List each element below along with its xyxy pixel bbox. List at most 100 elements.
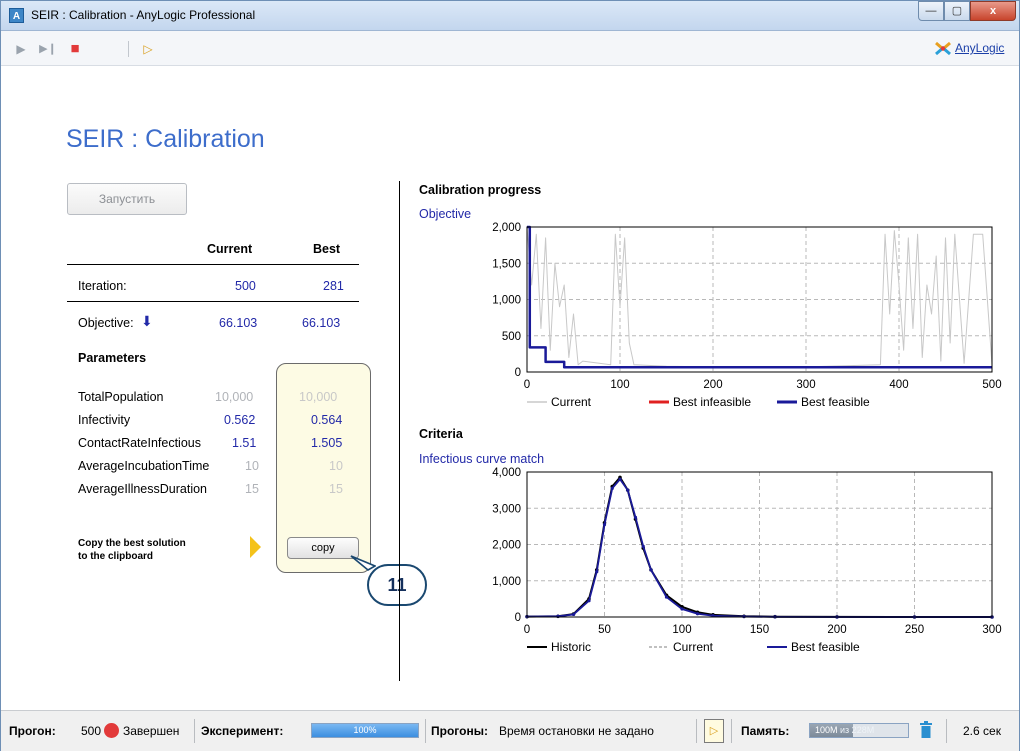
param-current-value: 1.51 xyxy=(232,436,257,450)
play-icon[interactable]: ▶ xyxy=(12,40,30,58)
x-tick-label: 200 xyxy=(827,624,846,636)
status-separator xyxy=(946,719,947,743)
run-state: Завершен xyxy=(123,724,180,738)
legend-label: Current xyxy=(551,395,592,409)
y-tick-label: 2,000 xyxy=(492,222,521,234)
x-tick-label: 300 xyxy=(796,379,815,391)
callout-badge: 11 xyxy=(367,564,427,606)
anylogic-app-icon: A xyxy=(9,8,24,23)
data-point xyxy=(641,544,645,548)
memory-bar: 100M из 228M xyxy=(809,723,909,738)
experiment-label: Эксперимент: xyxy=(201,724,284,738)
title-bar: A SEIR : Calibration - AnyLogic Professi… xyxy=(1,1,1019,31)
data-point xyxy=(602,522,607,527)
runs-value: 500 xyxy=(81,724,102,738)
table-rule-middle xyxy=(67,301,359,302)
minimize-button[interactable]: — xyxy=(918,1,944,21)
run-button[interactable]: Запустить xyxy=(67,183,187,215)
toolbar-separator xyxy=(128,41,129,57)
memory-total: из 228M xyxy=(840,725,875,735)
data-point xyxy=(680,607,684,611)
x-tick-label: 300 xyxy=(982,624,1001,636)
page-title: SEIR : Calibration xyxy=(66,125,265,153)
param-current-value: 15 xyxy=(245,482,259,496)
param-current-value: 0.562 xyxy=(224,413,256,427)
criteria-chart-heading: Criteria xyxy=(419,427,463,441)
status-separator xyxy=(194,719,195,743)
objective-best-value: 66.103 xyxy=(302,316,341,330)
objective-current-value: 66.103 xyxy=(219,316,258,330)
experiment-status-icon[interactable]: ▷ xyxy=(704,719,724,743)
x-tick-label: 400 xyxy=(889,379,908,391)
toolbar: ▶ ▶❙ ■ ▷ AnyLogic xyxy=(1,31,1019,66)
callout-pointer xyxy=(350,555,376,571)
data-point xyxy=(664,595,669,599)
data-point xyxy=(595,570,599,574)
series-line-current xyxy=(526,226,993,368)
garbage-collect-icon[interactable] xyxy=(919,721,933,739)
anylogic-link-text[interactable]: AnyLogic xyxy=(955,41,1004,55)
objective-label: Objective: xyxy=(78,316,134,330)
param-best-value: 10,000 xyxy=(299,390,338,404)
x-tick-label: 500 xyxy=(982,379,1001,391)
x-tick-label: 100 xyxy=(610,379,629,391)
experiment-canvas: SEIR : Calibration Запустить Current Bes… xyxy=(9,67,1011,709)
status-separator xyxy=(425,719,426,743)
runs-info-label: Прогоны: xyxy=(431,724,488,738)
parameters-heading: Parameters xyxy=(78,351,147,365)
legend-label: Best infeasible xyxy=(673,395,751,409)
progress-chart-heading: Calibration progress xyxy=(419,183,542,197)
legend-label: Historic xyxy=(551,640,591,654)
data-point xyxy=(571,612,576,617)
y-tick-label: 0 xyxy=(515,367,521,379)
column-header-best: Best xyxy=(313,242,341,256)
app-window: A SEIR : Calibration - AnyLogic Professi… xyxy=(0,0,1020,751)
infectious-curve-chart: 0 50 100 150 200 250 300 0 1,000 2,000 3,000 4,000 H… xyxy=(492,467,1001,654)
runs-label: Прогон: xyxy=(9,724,56,738)
param-current-value: 10 xyxy=(245,459,259,473)
legend-label: Current xyxy=(673,640,714,654)
panel-divider xyxy=(399,181,400,681)
copy-button[interactable]: copy xyxy=(287,537,359,559)
table-rule-top xyxy=(67,264,359,265)
experiment-icon[interactable]: ▷ xyxy=(139,40,157,58)
y-tick-label: 1,000 xyxy=(492,576,521,588)
memory-used: 100M xyxy=(815,725,838,735)
data-point xyxy=(649,568,653,572)
param-best-value: 0.564 xyxy=(311,413,343,427)
elapsed-time: 2.6 сек xyxy=(963,724,1001,738)
copy-hint-line-1: Copy the best solution xyxy=(78,538,186,549)
copy-hint-text: Copy the best solution to the clipboard xyxy=(78,537,186,563)
pointer-arrow-icon xyxy=(250,536,261,558)
y-tick-label: 500 xyxy=(502,331,521,343)
param-name: AverageIllnessDuration xyxy=(78,482,208,496)
stop-icon[interactable]: ■ xyxy=(66,40,84,58)
x-tick-label: 100 xyxy=(672,624,691,636)
stop-status-icon xyxy=(104,723,119,738)
series-line-historic xyxy=(526,476,992,618)
param-name: TotalPopulation xyxy=(78,390,164,404)
y-tick-label: 0 xyxy=(515,612,521,624)
window-title: SEIR : Calibration - AnyLogic Profession… xyxy=(31,8,256,22)
copy-hint-line-2: to the clipboard xyxy=(78,551,153,562)
iteration-label: Iteration: xyxy=(78,279,127,293)
param-name: ContactRateInfectious xyxy=(78,436,201,450)
column-header-current: Current xyxy=(207,242,253,256)
data-point xyxy=(610,486,614,490)
x-tick-label: 0 xyxy=(524,379,530,391)
legend-label: Best feasible xyxy=(791,640,860,654)
x-tick-label: 200 xyxy=(703,379,722,391)
progress-chart-subtitle: Objective xyxy=(419,207,472,221)
y-tick-label: 1,000 xyxy=(492,295,521,307)
memory-used-text: 100M из 228M xyxy=(810,724,908,737)
iteration-current-value: 500 xyxy=(235,279,256,293)
param-best-value: 1.505 xyxy=(311,436,343,450)
maximize-button[interactable]: ▢ xyxy=(944,1,970,21)
experiment-progress-bar: 100% xyxy=(311,723,419,738)
param-best-value: 10 xyxy=(329,459,343,473)
anylogic-logo-icon xyxy=(935,41,951,56)
legend-label: Best feasible xyxy=(801,395,870,409)
close-button[interactable]: x xyxy=(970,1,1016,21)
memory-label: Память: xyxy=(741,724,790,738)
step-icon[interactable]: ▶❙ xyxy=(36,40,60,58)
